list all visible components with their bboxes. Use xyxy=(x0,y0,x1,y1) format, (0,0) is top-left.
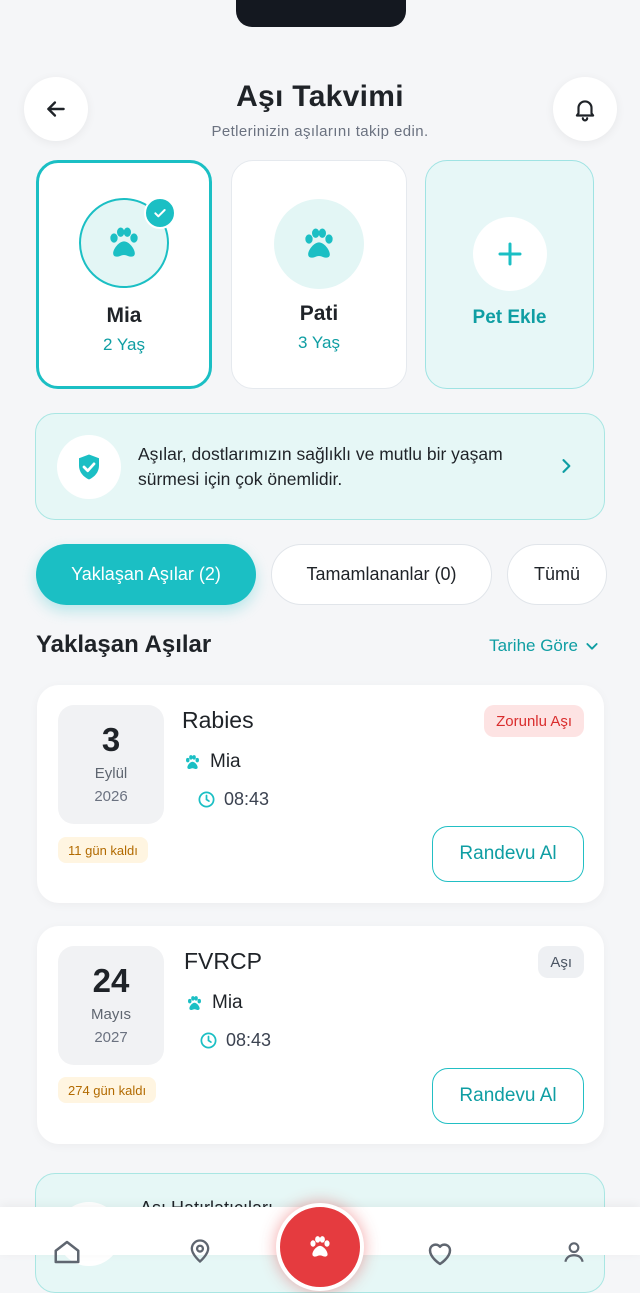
home-icon xyxy=(54,1240,80,1264)
paw-icon xyxy=(110,227,138,257)
pet-age: 2 Yaş xyxy=(103,335,145,354)
section-title: Yaklaşan Aşılar xyxy=(36,631,212,658)
vaccine-pet-name: Mia xyxy=(210,751,241,772)
notifications-button[interactable] xyxy=(553,77,617,141)
paw-icon xyxy=(305,228,333,258)
date-month: Mayıs xyxy=(90,1006,131,1023)
nav-map[interactable] xyxy=(186,1237,214,1270)
tab-upcoming[interactable]: Yaklaşan Aşılar (2) xyxy=(36,544,256,605)
vaccine-name: Rabies xyxy=(182,707,254,733)
add-pet-button[interactable] xyxy=(472,217,547,291)
location-pin-icon xyxy=(190,1239,210,1264)
add-pet-label: Pet Ekle xyxy=(472,307,547,328)
plus-icon xyxy=(498,242,521,266)
pet-card-pati[interactable]: Pati 3 Yaş xyxy=(231,160,407,389)
page-subtitle: Petlerinizin aşılarını takip edin. xyxy=(211,123,429,140)
clock-icon xyxy=(198,791,215,808)
vaccine-fab-button[interactable] xyxy=(276,1203,364,1291)
days-left-badge: 274 gün kaldı xyxy=(58,1077,157,1103)
vaccine-time: 08:43 xyxy=(199,1030,271,1051)
shield-check-icon xyxy=(79,454,99,480)
pet-name: Mia xyxy=(106,304,142,327)
page-title: Aşı Takvimi xyxy=(236,80,404,113)
date-day: 24 xyxy=(92,962,130,999)
date-day: 3 xyxy=(101,721,121,758)
date-year: 2026 xyxy=(94,788,128,805)
vaccine-time-value: 08:43 xyxy=(226,1030,272,1050)
info-text: Aşılar, dostlarımızın sağlıklı ve mutlu … xyxy=(138,444,503,489)
date-month: Eylül xyxy=(94,765,128,782)
heart-icon xyxy=(428,1243,452,1266)
book-appointment-button[interactable]: Randevu Al xyxy=(432,1068,584,1124)
sort-dropdown[interactable]: Tarihe Göre xyxy=(489,636,600,656)
info-banner[interactable]: Aşılar, dostlarımızın sağlıklı ve mutlu … xyxy=(35,413,605,520)
vaccine-card[interactable]: 3 Eylül 2026 11 gün kaldı Rabies Mia 08:… xyxy=(37,685,604,903)
nav-favorites[interactable] xyxy=(425,1239,455,1274)
pet-card-mia[interactable]: Mia 2 Yaş xyxy=(36,160,212,389)
pet-name: Pati xyxy=(299,302,339,325)
bell-icon xyxy=(575,100,595,122)
paw-icon xyxy=(188,995,201,1010)
date-year: 2027 xyxy=(94,1029,128,1046)
vaccine-time: 08:43 xyxy=(197,789,269,810)
tab-completed[interactable]: Tamamlananlar (0) xyxy=(271,544,492,605)
date-box: 3 Eylül 2026 xyxy=(58,705,164,824)
sort-label: Tarihe Göre xyxy=(489,636,578,655)
paw-icon xyxy=(310,1236,330,1257)
vaccine-pet: Mia xyxy=(185,992,243,1014)
paw-icon xyxy=(186,754,199,769)
chevron-right-icon xyxy=(556,456,576,481)
book-appointment-button[interactable]: Randevu Al xyxy=(432,826,584,882)
vaccine-type-badge: Zorunlu Aşı xyxy=(484,705,584,737)
vaccine-pet: Mia xyxy=(183,751,241,773)
chevron-down-icon xyxy=(586,643,598,650)
clock-icon xyxy=(200,1032,217,1049)
vaccine-pet-name: Mia xyxy=(212,992,243,1013)
pet-age: 3 Yaş xyxy=(298,333,340,352)
vaccine-time-value: 08:43 xyxy=(224,789,270,809)
device-notch xyxy=(236,0,406,27)
user-icon xyxy=(564,1242,584,1263)
vaccine-card[interactable]: 24 Mayıs 2027 274 gün kaldı FVRCP Mia 08… xyxy=(37,926,604,1144)
pet-avatar xyxy=(274,199,364,289)
selected-check-icon xyxy=(144,197,176,229)
days-left-badge: 11 gün kaldı xyxy=(58,837,148,863)
vaccine-name: FVRCP xyxy=(184,948,262,974)
tab-all[interactable]: Tümü xyxy=(507,544,607,605)
info-icon-container xyxy=(57,435,121,499)
date-box: 24 Mayıs 2027 xyxy=(58,946,164,1065)
vaccine-type-badge: Aşı xyxy=(538,946,584,978)
add-pet-card[interactable]: Pet Ekle xyxy=(425,160,594,389)
